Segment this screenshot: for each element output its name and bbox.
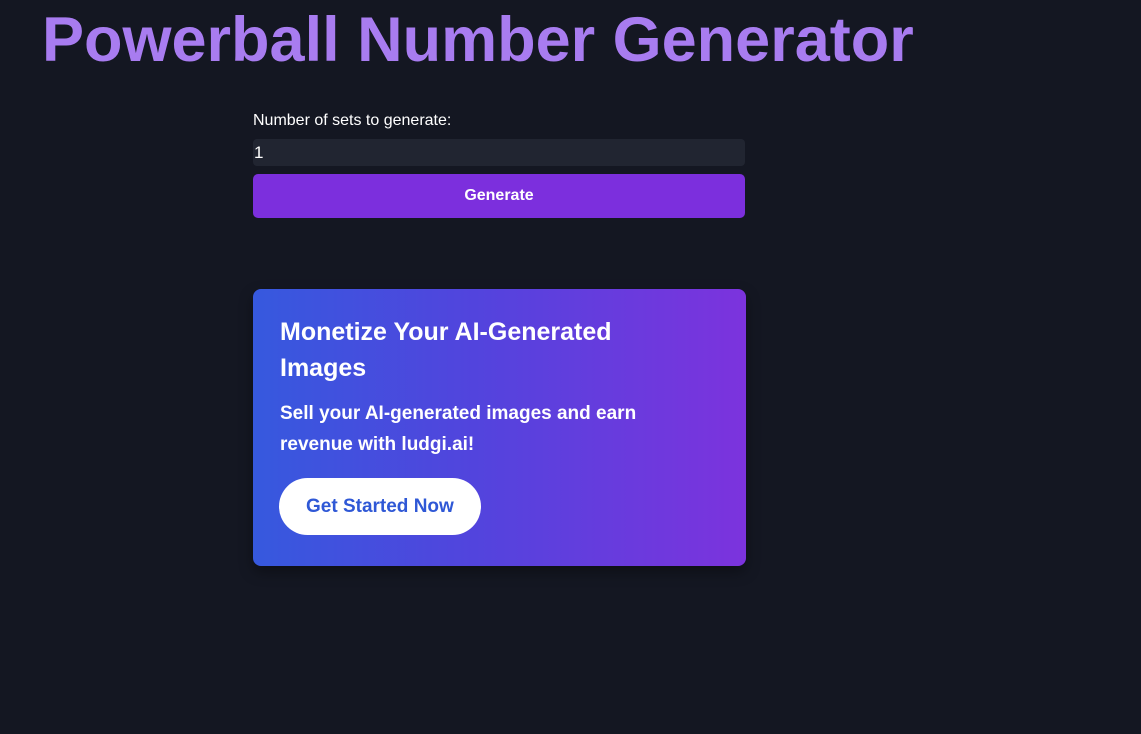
get-started-button[interactable]: Get Started Now xyxy=(279,478,481,535)
generate-button[interactable]: Generate xyxy=(253,174,745,218)
sets-label: Number of sets to generate: xyxy=(253,112,452,129)
promo-text: Sell your AI-generated images and earn r… xyxy=(280,403,637,455)
promo-card: Monetize Your AI-Generated Images Sell y… xyxy=(253,289,746,566)
generator-form: Number of sets to generate: Generate xyxy=(253,110,745,218)
promo-heading: Monetize Your AI-Generated Images xyxy=(280,318,612,382)
sets-input[interactable] xyxy=(253,139,745,166)
page-title: Powerball Number Generator xyxy=(42,5,914,75)
